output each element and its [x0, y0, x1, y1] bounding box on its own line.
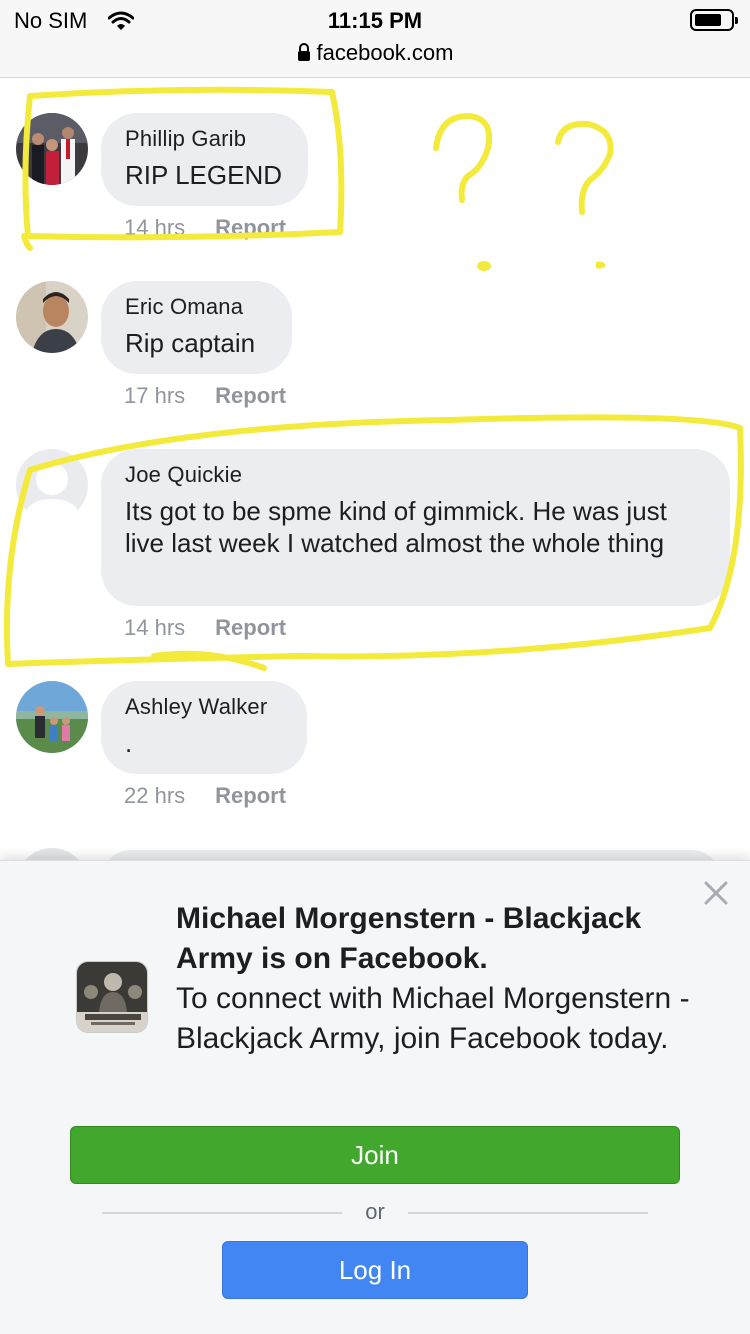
comment-text: Its got to be spme kind of gimmick. He w…	[125, 496, 667, 558]
report-link[interactable]: Report	[215, 215, 286, 241]
comment-bubble: Ashley Walker .	[101, 681, 307, 774]
url-text: facebook.com	[316, 40, 454, 65]
report-link[interactable]: Report	[215, 783, 286, 809]
join-button[interactable]: Join	[70, 1126, 680, 1184]
commenter-name[interactable]: Eric Omana	[125, 293, 268, 321]
page-logo	[76, 961, 148, 1033]
commenter-name[interactable]: Phillip Garib	[125, 125, 284, 153]
comment-text: Rip captain	[125, 328, 256, 358]
login-button[interactable]: Log In	[222, 1241, 528, 1299]
comment-bubble: Joe Quickie Its got to be spme kind of g…	[101, 449, 730, 606]
comment-meta: 14 hrs Report	[124, 215, 286, 241]
promo-message: To connect with Michael Morgenstern - Bl…	[176, 982, 690, 1055]
comment-bubble: Phillip Garib RIP LEGEND	[101, 113, 308, 206]
comment-bubble: Eric Omana Rip captain	[101, 281, 292, 374]
commenter-name[interactable]: Ashley Walker	[125, 693, 283, 721]
divider-right	[408, 1212, 648, 1214]
close-icon[interactable]	[702, 879, 730, 907]
comment-meta: 14 hrs Report	[124, 615, 286, 641]
comment-time[interactable]: 14 hrs	[124, 615, 185, 641]
report-link[interactable]: Report	[215, 615, 286, 641]
avatar[interactable]	[16, 681, 88, 753]
comment-time[interactable]: 14 hrs	[124, 215, 185, 241]
avatar[interactable]	[16, 281, 88, 353]
battery-icon	[690, 9, 738, 31]
comment-text: .	[125, 728, 133, 758]
report-link[interactable]: Report	[215, 383, 286, 409]
status-bar: No SIM 11:15 PM facebook.com	[0, 0, 750, 78]
login-prompt-sheet: Michael Morgenstern - Blackjack Army is …	[0, 860, 750, 1334]
comment-text: RIP LEGEND	[125, 160, 283, 190]
address-bar[interactable]: facebook.com	[0, 40, 750, 67]
comment-meta: 22 hrs Report	[124, 783, 286, 809]
comment-meta: 17 hrs Report	[124, 383, 286, 409]
comment-time[interactable]: 17 hrs	[124, 383, 185, 409]
page: No SIM 11:15 PM facebook.com Phillip Gar…	[0, 0, 750, 1334]
commenter-name[interactable]: Joe Quickie	[125, 461, 706, 489]
promo-title: Michael Morgenstern - Blackjack Army is …	[176, 902, 642, 975]
comment-time[interactable]: 22 hrs	[124, 783, 185, 809]
clock: 11:15 PM	[327, 8, 423, 33]
promo-text: Michael Morgenstern - Blackjack Army is …	[176, 899, 696, 1059]
avatar-placeholder[interactable]	[16, 449, 88, 521]
lock-icon	[297, 41, 311, 67]
avatar[interactable]	[16, 113, 88, 185]
